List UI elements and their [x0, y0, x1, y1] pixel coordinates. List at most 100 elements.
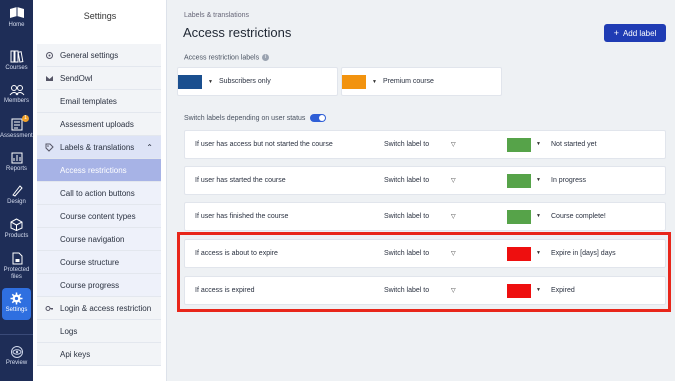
- switch-label-text: Switch label to: [384, 177, 430, 184]
- nav-item-logs[interactable]: Logs: [37, 320, 161, 343]
- nav-sub-label: Access restrictions: [60, 165, 127, 175]
- rail-assessments-label: Assessments: [0, 133, 36, 139]
- label-name: Subscribers only: [218, 78, 271, 85]
- access-labels-heading: Access restriction labels i: [184, 54, 270, 62]
- nav-item-api-keys[interactable]: Api keys: [37, 343, 161, 366]
- nav-item-sendowl[interactable]: SendOwl: [37, 67, 161, 90]
- rail-design[interactable]: Design: [0, 184, 33, 205]
- caret-down-icon[interactable]: ▼: [536, 141, 541, 147]
- nav-sub-call-to-action-buttons[interactable]: Call to action buttons: [37, 182, 161, 205]
- design-icon: [11, 185, 23, 197]
- breadcrumb[interactable]: Labels & translations: [184, 12, 249, 19]
- members-icon: [9, 85, 24, 96]
- status-label[interactable]: Course complete!: [551, 213, 606, 220]
- settings-nav: Settings General settings SendOwl Email …: [33, 0, 167, 381]
- eye-icon: [10, 346, 23, 358]
- app-rail: Home Courses Members 1 Assessments Repor…: [0, 0, 36, 381]
- nav-sub-label: Course content types: [60, 211, 136, 221]
- nav-sub-course-structure[interactable]: Course structure: [37, 251, 161, 274]
- label-card[interactable]: ▼ Premium course: [341, 67, 502, 96]
- rail-home-label: Home: [8, 22, 25, 28]
- nav-item-label: Labels & translations: [60, 142, 135, 152]
- status-condition: If user has finished the course: [195, 213, 289, 220]
- rail-members-label: Members: [3, 98, 29, 104]
- label-color-swatch[interactable]: [507, 174, 531, 188]
- key-icon: [45, 305, 53, 311]
- nav-item-label: Email templates: [60, 96, 117, 106]
- chevron-up-icon: ⌃: [146, 142, 153, 152]
- rail-reports[interactable]: Reports: [0, 152, 33, 172]
- label-color-swatch[interactable]: [507, 138, 531, 152]
- status-row: If user has started the course Switch la…: [184, 166, 666, 195]
- assessments-icon: [11, 118, 22, 131]
- status-label[interactable]: In progress: [551, 177, 586, 184]
- status-condition: If user has started the course: [195, 177, 286, 184]
- nav-item-login-access-restriction[interactable]: Login & access restriction: [37, 297, 161, 320]
- rail-preview[interactable]: Preview: [0, 346, 33, 366]
- nav-sub-label: Course progress: [60, 280, 120, 290]
- chevron-down-icon[interactable]: ▽: [451, 177, 456, 184]
- status-row: If user has finished the course Switch l…: [184, 202, 666, 231]
- caret-down-icon[interactable]: ▼: [208, 79, 213, 85]
- rail-products-label: Products: [4, 233, 29, 239]
- rail-design-label: Design: [7, 199, 26, 205]
- info-icon[interactable]: i: [262, 54, 270, 61]
- nav-item-label: General settings: [60, 50, 119, 60]
- settings-nav-list: General settings SendOwl Email templates…: [37, 44, 161, 366]
- rail-home[interactable]: Home: [0, 6, 33, 28]
- reports-icon: [11, 152, 22, 164]
- nav-item-label: Api keys: [60, 349, 91, 359]
- switch-labels-title: Switch labels depending on user status: [184, 114, 306, 122]
- nav-sub-course-progress[interactable]: Course progress: [37, 274, 161, 297]
- assessments-badge: 1: [22, 115, 29, 122]
- label-color-swatch[interactable]: [342, 74, 366, 89]
- rail-reports-label: Reports: [5, 166, 27, 172]
- add-label-button[interactable]: + Add label: [604, 24, 666, 42]
- rail-divider: [0, 334, 33, 335]
- rail-settings-label: Settings: [5, 307, 28, 313]
- home-icon: [9, 7, 24, 18]
- rail-preview-label: Preview: [5, 360, 28, 366]
- label-card[interactable]: ▼ Subscribers only: [177, 67, 338, 96]
- rail-settings[interactable]: Settings: [2, 288, 31, 320]
- chevron-down-icon[interactable]: ▽: [451, 213, 456, 220]
- rail-courses[interactable]: Courses: [0, 50, 33, 71]
- rail-courses-label: Courses: [5, 65, 28, 71]
- products-icon: [10, 218, 23, 231]
- nav-sub-course-navigation[interactable]: Course navigation: [37, 228, 161, 251]
- nav-item-general-settings[interactable]: General settings: [37, 44, 161, 67]
- gear-icon: [46, 51, 53, 59]
- status-label[interactable]: Not started yet: [551, 141, 597, 148]
- nav-sub-access-restrictions[interactable]: Access restrictions: [37, 159, 161, 182]
- label-color-swatch[interactable]: [507, 210, 531, 224]
- nav-sub-label: Call to action buttons: [60, 188, 135, 198]
- caret-down-icon[interactable]: ▼: [372, 79, 377, 85]
- rail-members[interactable]: Members: [0, 84, 33, 104]
- rail-assessments[interactable]: 1 Assessments: [0, 115, 36, 139]
- switch-labels-toggle[interactable]: [310, 114, 327, 122]
- caret-down-icon[interactable]: ▼: [536, 213, 541, 219]
- label-color-swatch[interactable]: [178, 74, 202, 89]
- label-name: Premium course: [382, 78, 434, 85]
- tag-icon: [45, 143, 54, 152]
- plus-icon: +: [613, 28, 619, 38]
- courses-icon: [10, 50, 23, 63]
- switch-label-text: Switch label to: [384, 213, 430, 220]
- access-labels-title: Access restriction labels: [184, 54, 260, 62]
- highlight-box: [177, 232, 671, 312]
- nav-item-label: SendOwl: [60, 73, 93, 83]
- nav-sub-label: Course navigation: [60, 234, 125, 244]
- nav-item-assessment-uploads[interactable]: Assessment uploads: [37, 113, 161, 136]
- caret-down-icon[interactable]: ▼: [536, 177, 541, 183]
- status-condition: If user has access but not started the c…: [195, 141, 333, 148]
- rail-protected-files[interactable]: Protected files: [0, 252, 33, 281]
- chevron-down-icon[interactable]: ▽: [451, 141, 456, 148]
- nav-sub-course-content-types[interactable]: Course content types: [37, 205, 161, 228]
- nav-item-labels-translations[interactable]: Labels & translations ⌃: [37, 136, 161, 159]
- page-title: Access restrictions: [183, 25, 292, 40]
- add-label-button-text: Add label: [622, 28, 657, 38]
- sendowl-icon: [46, 75, 53, 81]
- rail-products[interactable]: Products: [0, 218, 33, 239]
- gear-icon: [10, 292, 23, 305]
- nav-item-email-templates[interactable]: Email templates: [37, 90, 161, 113]
